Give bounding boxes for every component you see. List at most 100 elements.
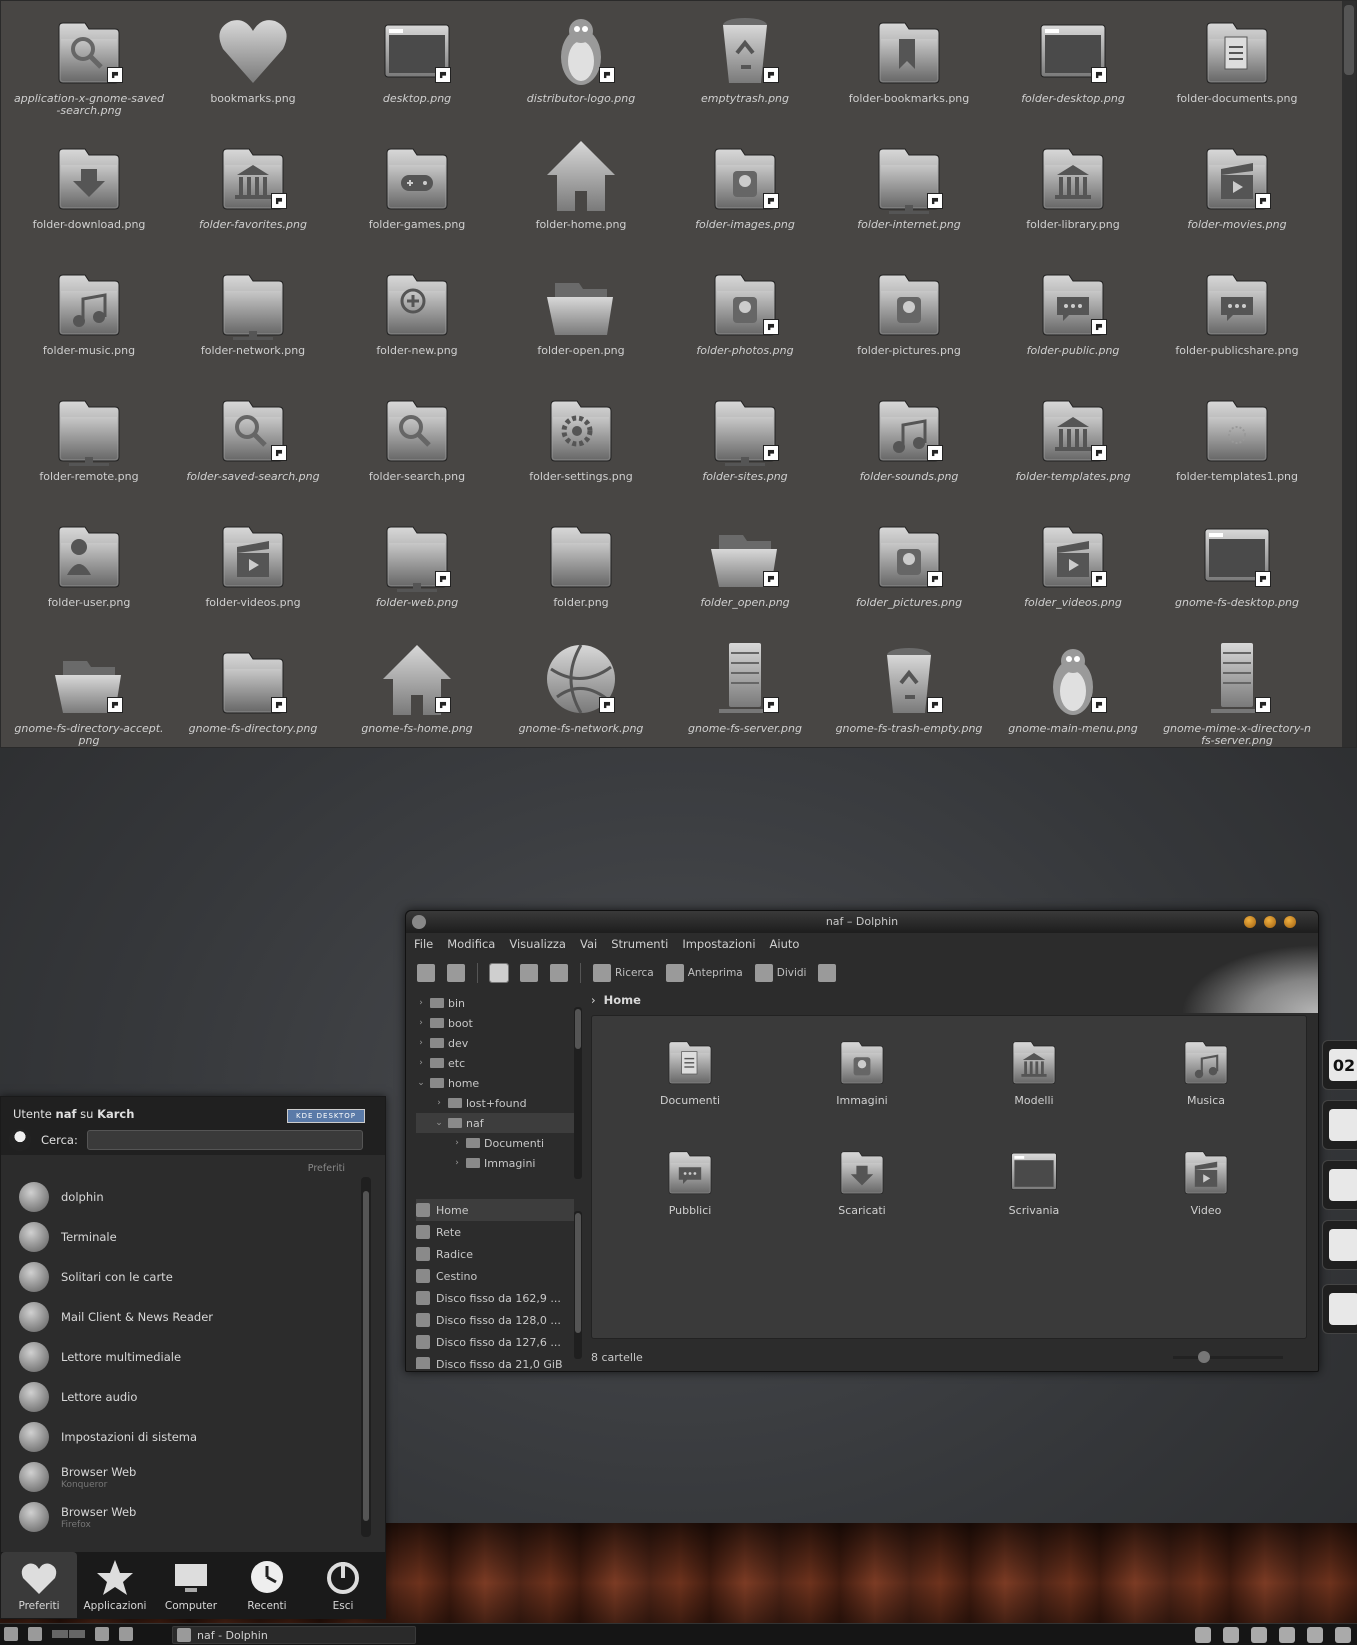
clock-plasmoid[interactable]: 02 bbox=[1322, 1040, 1357, 1090]
scrollbar-thumb[interactable] bbox=[575, 1009, 581, 1049]
tray-expand-icon[interactable] bbox=[1335, 1627, 1351, 1643]
refresh-icon[interactable] bbox=[95, 1627, 109, 1641]
menu-item[interactable]: File bbox=[414, 937, 433, 951]
icon-file-item[interactable]: folder-games.png bbox=[335, 127, 499, 253]
favorite-item[interactable]: dolphin bbox=[1, 1177, 361, 1217]
favorite-item[interactable]: Mail Client & News Reader bbox=[1, 1297, 361, 1337]
menu-item[interactable]: Vai bbox=[580, 937, 597, 951]
expand-arrow-icon[interactable]: › bbox=[434, 1098, 444, 1108]
search-input[interactable] bbox=[87, 1130, 363, 1150]
icon-file-item[interactable]: gnome-fs-directory-accept.png bbox=[7, 631, 171, 747]
volume-icon[interactable] bbox=[1279, 1627, 1295, 1643]
desktop-pager[interactable] bbox=[52, 1630, 85, 1638]
icons-view-button[interactable] bbox=[487, 962, 511, 984]
network-icon[interactable] bbox=[1223, 1627, 1239, 1643]
scrollbar-thumb[interactable] bbox=[575, 1213, 581, 1333]
file-item[interactable]: Scaricati bbox=[776, 1136, 948, 1246]
home-button[interactable] bbox=[815, 962, 839, 984]
icon-file-item[interactable]: bookmarks.png bbox=[171, 1, 335, 127]
file-view[interactable]: Documenti Immagini Modelli Musica Pubbli… bbox=[591, 1015, 1307, 1339]
places-item[interactable]: Disco fisso da 128,0 ... bbox=[416, 1309, 574, 1331]
icon-file-item[interactable]: folder-open.png bbox=[499, 253, 663, 379]
favorites-scrollbar[interactable] bbox=[361, 1177, 371, 1537]
file-item[interactable]: Pubblici bbox=[604, 1136, 776, 1246]
icon-file-item[interactable]: folder-new.png bbox=[335, 253, 499, 379]
expand-arrow-icon[interactable]: ⌄ bbox=[416, 1078, 426, 1088]
favorite-item[interactable]: Browser Web Konqueror bbox=[1, 1457, 361, 1497]
icon-file-item[interactable]: folder-library.png bbox=[991, 127, 1155, 253]
icon-file-item[interactable]: folder-images.png bbox=[663, 127, 827, 253]
folder-tree-item[interactable]: › Documenti bbox=[416, 1133, 574, 1153]
expand-arrow-icon[interactable]: › bbox=[452, 1138, 462, 1148]
icon-file-item[interactable]: folder-desktop.png bbox=[991, 1, 1155, 127]
icon-file-item[interactable]: folder-remote.png bbox=[7, 379, 171, 505]
icon-file-item[interactable]: folder.png bbox=[499, 505, 663, 631]
icon-file-item[interactable]: folder-network.png bbox=[171, 253, 335, 379]
icon-file-item[interactable]: gnome-fs-directory.png bbox=[171, 631, 335, 747]
scissors-icon[interactable] bbox=[1251, 1627, 1267, 1643]
icon-file-item[interactable]: folder-bookmarks.png bbox=[827, 1, 991, 127]
icon-file-item[interactable]: folder-download.png bbox=[7, 127, 171, 253]
icon-file-item[interactable]: gnome-fs-home.png bbox=[335, 631, 499, 747]
favorite-item[interactable]: Solitari con le carte bbox=[1, 1257, 361, 1297]
preview-button[interactable]: Anteprima bbox=[663, 962, 746, 984]
kickoff-tab[interactable]: Applicazioni bbox=[77, 1552, 153, 1618]
icon-file-item[interactable]: gnome-fs-network.png bbox=[499, 631, 663, 747]
folders-scrollbar[interactable] bbox=[574, 1007, 582, 1179]
icon-file-item[interactable]: folder-search.png bbox=[335, 379, 499, 505]
menu-item[interactable]: Impostazioni bbox=[682, 937, 755, 951]
places-scrollbar[interactable] bbox=[574, 1211, 582, 1359]
favorite-item[interactable]: Lettore audio bbox=[1, 1377, 361, 1417]
places-item[interactable]: Rete bbox=[416, 1221, 574, 1243]
menu-item[interactable]: Aiuto bbox=[770, 937, 800, 951]
file-item[interactable]: Video bbox=[1120, 1136, 1292, 1246]
dolphin-launcher-icon[interactable] bbox=[119, 1627, 133, 1641]
icon-file-item[interactable]: folder-music.png bbox=[7, 253, 171, 379]
icon-file-item[interactable]: folder-public.png bbox=[991, 253, 1155, 379]
icon-file-item[interactable]: folder-sites.png bbox=[663, 379, 827, 505]
search-button[interactable]: Ricerca bbox=[590, 962, 657, 984]
icon-file-item[interactable]: application-x-gnome-saved-search.png bbox=[7, 1, 171, 127]
scrollbar-thumb[interactable] bbox=[1344, 5, 1354, 75]
folder-tree-item[interactable]: › bin bbox=[416, 993, 574, 1013]
icon-file-item[interactable]: folder_open.png bbox=[663, 505, 827, 631]
icon-file-item[interactable]: gnome-fs-trash-empty.png bbox=[827, 631, 991, 747]
split-button[interactable]: Dividi bbox=[752, 962, 810, 984]
folder-tree-item[interactable]: › etc bbox=[416, 1053, 574, 1073]
places-item[interactable]: Disco fisso da 127,6 ... bbox=[416, 1331, 574, 1353]
forward-button[interactable] bbox=[444, 962, 468, 984]
menu-item[interactable]: Visualizza bbox=[509, 937, 566, 951]
battery-icon[interactable] bbox=[1307, 1627, 1323, 1643]
icon-file-item[interactable]: folder-favorites.png bbox=[171, 127, 335, 253]
folder-tree-item[interactable]: › lost+found bbox=[416, 1093, 574, 1113]
window-titlebar[interactable]: naf – Dolphin bbox=[406, 911, 1318, 933]
icon-file-item[interactable]: folder-saved-search.png bbox=[171, 379, 335, 505]
icon-file-item[interactable]: folder-pictures.png bbox=[827, 253, 991, 379]
icon-file-item[interactable]: gnome-fs-desktop.png bbox=[1155, 505, 1319, 631]
folder-tree-item[interactable]: ⌄ naf bbox=[416, 1113, 574, 1133]
places-item[interactable]: Radice bbox=[416, 1243, 574, 1265]
kickoff-tab[interactable]: Preferiti bbox=[1, 1552, 77, 1618]
icon-file-item[interactable]: folder_pictures.png bbox=[827, 505, 991, 631]
expand-arrow-icon[interactable]: › bbox=[416, 1018, 426, 1028]
places-item[interactable]: Home bbox=[416, 1199, 574, 1221]
kickoff-launcher-icon[interactable] bbox=[4, 1627, 18, 1641]
favorite-item[interactable]: Browser Web Firefox bbox=[1, 1497, 361, 1537]
zoom-slider-knob[interactable] bbox=[1197, 1351, 1210, 1363]
icon-file-item[interactable]: folder-user.png bbox=[7, 505, 171, 631]
icon-file-item[interactable]: desktop.png bbox=[335, 1, 499, 127]
icon-file-item[interactable]: gnome-main-menu.png bbox=[991, 631, 1155, 747]
folder-tree-item[interactable]: › Immagini bbox=[416, 1153, 574, 1173]
file-item[interactable]: Scrivania bbox=[948, 1136, 1120, 1246]
breadcrumb-current[interactable]: Home bbox=[604, 993, 641, 1007]
icon-file-item[interactable]: folder-templates1.png bbox=[1155, 379, 1319, 505]
columns-view-button[interactable] bbox=[547, 962, 571, 984]
icon-file-item[interactable]: folder-settings.png bbox=[499, 379, 663, 505]
places-item[interactable]: Disco fisso da 162,9 ... bbox=[416, 1287, 574, 1309]
icon-file-item[interactable]: folder-internet.png bbox=[827, 127, 991, 253]
icon-file-item[interactable]: folder-videos.png bbox=[171, 505, 335, 631]
icon-view-scrollbar[interactable] bbox=[1342, 1, 1356, 747]
icon-file-item[interactable]: folder-photos.png bbox=[663, 253, 827, 379]
pie-chart-plasmoid[interactable] bbox=[1322, 1160, 1357, 1210]
details-view-button[interactable] bbox=[517, 962, 541, 984]
